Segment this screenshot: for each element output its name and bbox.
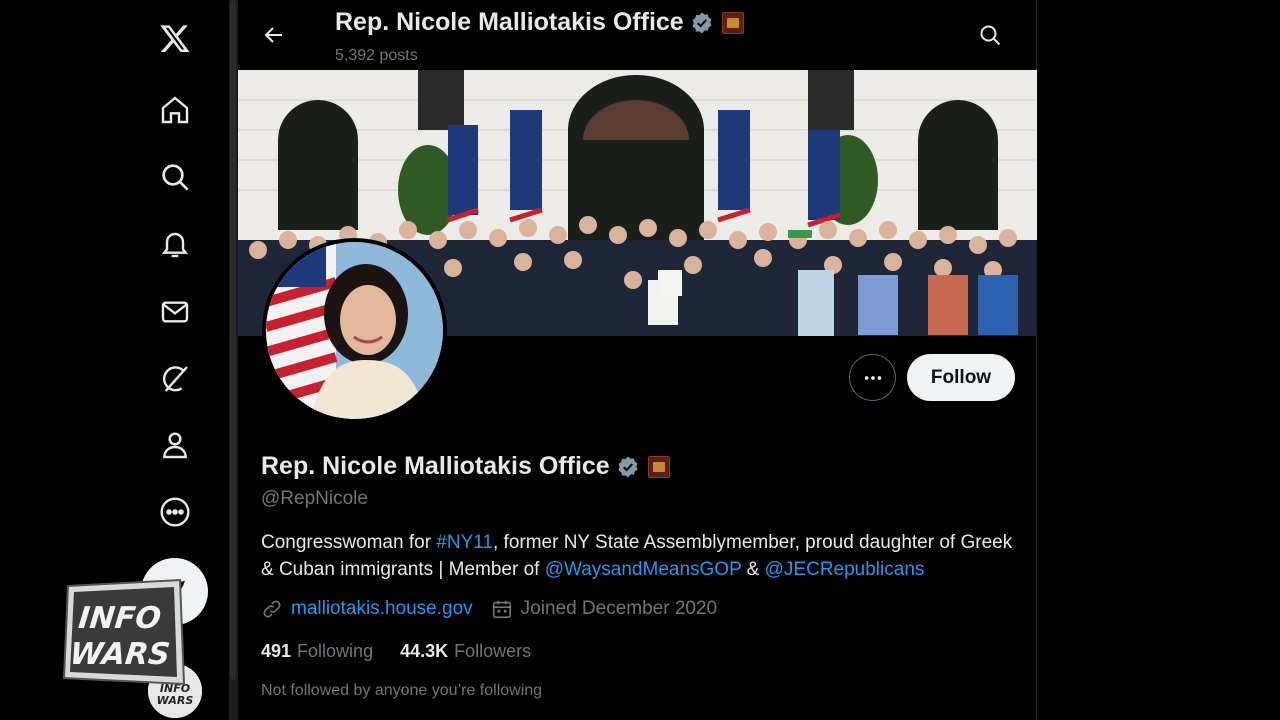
following-link[interactable]: 491 Following	[261, 641, 373, 662]
more-options-button[interactable]	[849, 354, 896, 401]
svg-text:WARS: WARS	[157, 694, 194, 707]
search-icon[interactable]	[155, 157, 195, 197]
followers-count: 44.3K	[400, 641, 449, 661]
follow-counts-row: 491 Following 44.3K Followers	[261, 641, 531, 662]
messages-icon[interactable]	[155, 292, 195, 332]
profile-name-row: Rep. Nicole Malliotakis Office	[261, 452, 670, 481]
bio-mention-link[interactable]: @JECRepublicans	[765, 559, 925, 580]
post-count: 5,392 posts	[335, 47, 418, 64]
affiliation-badge-icon[interactable]	[647, 455, 670, 478]
link-icon	[263, 600, 281, 618]
back-button[interactable]	[256, 17, 292, 53]
arrow-left-icon	[264, 27, 282, 43]
x-logo-icon[interactable]	[155, 18, 195, 58]
followers-link[interactable]: 44.3K Followers	[400, 641, 531, 662]
profile-icon[interactable]	[155, 425, 195, 465]
header-title: Rep. Nicole Malliotakis Office	[335, 8, 684, 36]
profile-bio: Congresswoman for #NY11, former NY State…	[261, 530, 1021, 583]
svg-text:INFO: INFO	[77, 601, 163, 636]
ellipsis-icon	[864, 375, 881, 380]
website-link[interactable]: malliotakis.house.gov	[291, 598, 473, 620]
joined-date: Joined December 2020	[520, 598, 718, 619]
following-count: 491	[261, 641, 292, 661]
following-label: Following	[297, 641, 374, 661]
profile-handle: @RepNicole	[261, 488, 368, 509]
bio-mention-link[interactable]: @WaysandMeansGOP	[545, 559, 742, 580]
bio-text: &	[741, 558, 765, 580]
more-icon[interactable]	[155, 492, 195, 532]
header-title-row: Rep. Nicole Malliotakis Office	[335, 8, 744, 37]
search-icon	[980, 25, 1001, 46]
bio-text: Congresswoman for	[261, 532, 437, 553]
notifications-icon[interactable]	[155, 224, 195, 264]
search-profile-button[interactable]	[972, 17, 1008, 53]
follow-button[interactable]: Follow	[907, 354, 1015, 401]
bio-hashtag-link[interactable]: #NY11	[436, 532, 493, 553]
profile-meta-row: malliotakis.house.gov Joined December 20…	[261, 598, 717, 620]
verified-badge-icon	[690, 11, 714, 35]
verified-badge-icon	[616, 455, 640, 479]
followers-label: Followers	[454, 641, 532, 661]
affiliation-badge-icon[interactable]	[721, 11, 744, 34]
mutual-followers-note: Not followed by anyone you’re following	[261, 682, 543, 699]
profile-header-bar: Rep. Nicole Malliotakis Office 5,392 pos…	[238, 0, 1037, 70]
infowars-watermark-logo: INFO WARS	[62, 578, 186, 688]
home-icon[interactable]	[155, 90, 195, 130]
profile-column: Rep. Nicole Malliotakis Office 5,392 pos…	[238, 0, 1037, 720]
nav-scrollbar[interactable]	[229, 0, 238, 720]
svg-text:WARS: WARS	[68, 637, 172, 672]
profile-name: Rep. Nicole Malliotakis Office	[261, 452, 610, 480]
grok-icon[interactable]	[155, 359, 195, 399]
profile-avatar[interactable]	[262, 238, 447, 423]
calendar-icon	[492, 600, 511, 619]
